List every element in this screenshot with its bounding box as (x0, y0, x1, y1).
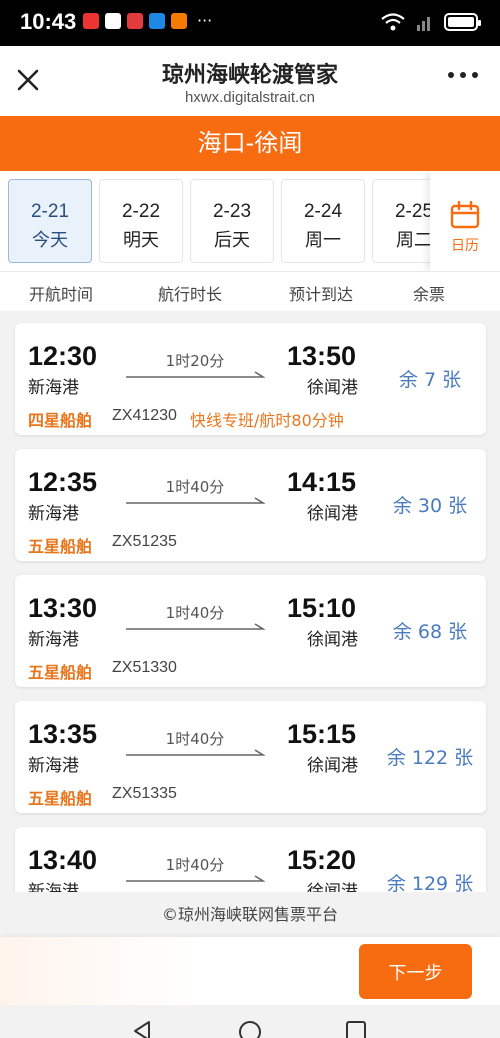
arrow-icon (126, 623, 265, 630)
depart-time: 12:30 (28, 341, 98, 371)
arrive-port: 徐闻港 (307, 756, 358, 776)
sailing-duration: 1时20分 (165, 352, 225, 370)
sailing-code: ZX41230 (112, 407, 177, 424)
sailing-list: 12:30 新海港 1时20分 13:50 徐闻港 余 7 张 四星船舶 ZX4… (0, 311, 500, 892)
arrive-port: 徐闻港 (307, 882, 358, 892)
page-title: 琼州海峡轮渡管家 (161, 63, 338, 88)
sailing-duration: 1时40分 (165, 730, 225, 748)
arrive-port: 徐闻港 (307, 504, 358, 524)
calendar-label: 日历 (451, 238, 479, 254)
remaining-tickets: 余 129 张 (386, 873, 474, 892)
sailing-code: ZX51330 (112, 659, 177, 676)
column-duration: 航行时长 (158, 285, 223, 304)
date-tab-date: 2-21 (30, 201, 70, 222)
sailing-duration: 1时40分 (165, 478, 225, 496)
arrive-port: 徐闻港 (307, 378, 358, 398)
sailing-duration: 1时40分 (165, 856, 225, 874)
status-time: 10:43 (20, 9, 77, 34)
column-arrival: 预计到达 (289, 285, 354, 304)
route-title: 海口-徐闻 (0, 116, 500, 171)
action-bar: 下一步 (0, 937, 500, 1005)
more-options-icon[interactable] (448, 72, 478, 78)
home-icon[interactable] (238, 1020, 262, 1038)
status-bar: 10:43 ··· (0, 0, 500, 46)
remaining-tickets: 余 68 张 (392, 621, 468, 643)
recent-apps-icon[interactable] (345, 1020, 367, 1038)
arrive-time: 15:10 (287, 593, 357, 623)
signal-icon (417, 17, 430, 31)
ship-class: 五星船舶 (28, 663, 93, 682)
sailing-card[interactable]: 12:35 新海港 1时40分 14:15 徐闻港 余 30 张 五星船舶 ZX… (15, 449, 486, 561)
ship-class: 五星船舶 (28, 789, 93, 808)
wifi-icon (381, 13, 405, 31)
date-tab-today[interactable]: 2-21 今天 (8, 179, 92, 263)
depart-time: 13:30 (28, 593, 98, 623)
depart-port: 新海港 (28, 882, 79, 892)
arrive-time: 14:15 (287, 467, 357, 497)
title-bar: 琼州海峡轮渡管家 hxwx.digitalstrait.cn (0, 46, 500, 116)
app-notification-icon (127, 13, 143, 29)
depart-port: 新海港 (28, 756, 79, 776)
depart-time: 12:35 (28, 467, 98, 497)
copyright-text: ©琼州海峡联网售票平台 (0, 892, 500, 937)
sailing-duration: 1时40分 (165, 604, 225, 622)
back-icon[interactable] (132, 1020, 152, 1038)
sailing-code: ZX51235 (112, 533, 177, 550)
date-tab-date: 2-22 (121, 201, 161, 222)
app-notification-icon (105, 13, 121, 29)
arrow-icon (126, 497, 265, 504)
column-depart-time: 开航时间 (29, 285, 94, 304)
date-tab-label: 明天 (123, 230, 159, 251)
depart-time: 13:35 (28, 719, 98, 749)
app-notification-icon (171, 13, 187, 29)
system-nav-bar (0, 1005, 500, 1038)
sailing-card[interactable]: 13:40 新海港 1时40分 15:20 徐闻港 余 129 张 (15, 827, 486, 892)
arrow-icon (126, 875, 265, 882)
date-tab-label: 后天 (214, 230, 250, 251)
remaining-tickets: 余 30 张 (392, 495, 468, 517)
sailing-card[interactable]: 13:30 新海港 1时40分 15:10 徐闻港 余 68 张 五星船舶 ZX… (15, 575, 486, 687)
depart-time: 13:40 (28, 845, 98, 875)
column-header: 开航时间 航行时长 预计到达 余票 (0, 271, 500, 311)
column-remaining: 余票 (413, 285, 446, 304)
notification-icons: ··· (83, 13, 212, 29)
app-notification-icon (83, 13, 99, 29)
date-tab-monday[interactable]: 2-24 周一 (281, 179, 365, 263)
arrow-icon (126, 749, 265, 756)
date-tab-day-after[interactable]: 2-23 后天 (190, 179, 274, 263)
ship-class: 四星船舶 (28, 411, 93, 430)
arrow-icon (126, 371, 265, 378)
sailing-code: ZX51335 (112, 785, 177, 802)
date-tab-label: 今天 (32, 230, 68, 251)
date-tab-date: 2-24 (303, 201, 343, 222)
more-notifications-icon: ··· (197, 11, 213, 30)
date-tab-tomorrow[interactable]: 2-22 明天 (99, 179, 183, 263)
remaining-tickets: 余 122 张 (386, 747, 474, 769)
calendar-button[interactable]: 日历 (430, 171, 500, 271)
sailing-card[interactable]: 12:30 新海港 1时20分 13:50 徐闻港 余 7 张 四星船舶 ZX4… (15, 323, 486, 435)
calendar-icon (450, 200, 480, 229)
depart-port: 新海港 (28, 378, 79, 398)
page-url: hxwx.digitalstrait.cn (184, 89, 316, 106)
next-step-button[interactable]: 下一步 (359, 944, 472, 999)
sailing-note: 快线专班/航时80分钟 (190, 411, 344, 430)
arrive-time: 15:20 (287, 845, 357, 875)
app-notification-icon (149, 13, 165, 29)
date-tab-date: 2-23 (212, 201, 252, 222)
remaining-tickets: 余 7 张 (398, 369, 462, 391)
arrive-time: 15:15 (287, 719, 357, 749)
date-selector: 2-21 今天 2-22 明天 2-23 后天 2-24 周一 2-25 周二 … (0, 171, 500, 271)
depart-port: 新海港 (28, 504, 79, 524)
date-tab-label: 周一 (305, 230, 341, 251)
arrive-time: 13:50 (287, 341, 357, 371)
ship-class: 五星船舶 (28, 537, 93, 556)
sailing-card[interactable]: 13:35 新海港 1时40分 15:15 徐闻港 余 122 张 五星船舶 Z… (15, 701, 486, 813)
depart-port: 新海港 (28, 630, 79, 650)
battery-icon (444, 13, 481, 31)
arrive-port: 徐闻港 (307, 630, 358, 650)
